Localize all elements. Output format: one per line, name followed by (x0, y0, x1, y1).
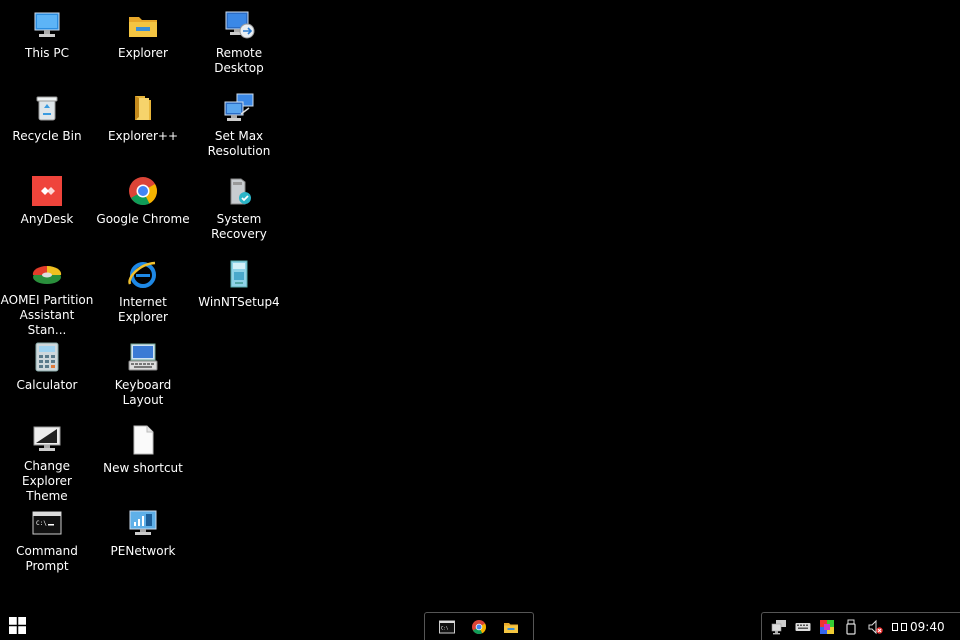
explorer-folder-icon (504, 622, 518, 633)
winntsetup-icon (222, 257, 256, 291)
color-display-icon[interactable] (818, 618, 836, 636)
desktop-icon-winntsetup4[interactable]: WinNTSetup4 (192, 253, 286, 333)
desktop-icon-label: Explorer++ (107, 129, 179, 143)
taskbar-explorer-button[interactable] (500, 616, 522, 638)
windows-start-icon (8, 616, 26, 634)
chrome-icon (126, 174, 160, 208)
start-button[interactable] (2, 612, 32, 638)
svg-text:C:\: C:\ (36, 520, 47, 527)
desktop-icon-label: WinNTSetup4 (198, 295, 280, 309)
desktop-icon-recycle-bin[interactable]: Recycle Bin (0, 87, 94, 167)
clock[interactable]: 09:40 (892, 620, 945, 634)
desktop-icon-google-chrome[interactable]: Google Chrome (96, 170, 190, 250)
remote-desktop-icon (222, 8, 256, 42)
desktop: This PC Recycle Bin AnyDesk AOMEI Partit… (0, 0, 960, 610)
desktop-icon-label: Command Prompt (16, 544, 78, 573)
taskbar-command-prompt-button[interactable]: C:\ (436, 616, 458, 638)
desktop-icon-label: Internet Explorer (118, 295, 168, 324)
network-icon[interactable] (770, 618, 788, 636)
volume-muted-icon[interactable] (866, 618, 884, 636)
desktop-icon-aomei[interactable]: AOMEI Partition Assistant Stan... (0, 253, 94, 337)
recycle-bin-icon (30, 91, 64, 125)
change-theme-icon (30, 423, 64, 455)
desktop-icon-label: AOMEI Partition Assistant Stan... (0, 293, 94, 337)
calculator-icon (30, 340, 64, 374)
command-prompt-icon: C:\ (30, 506, 64, 540)
desktop-icon-command-prompt[interactable]: C:\ Command Prompt (0, 502, 94, 582)
command-prompt-icon: C:\ (439, 620, 455, 633)
desktop-icon-label: This PC (25, 46, 69, 60)
svg-text:C:\: C:\ (441, 625, 449, 630)
desktop-icon-explorer-plus-plus[interactable]: Explorer++ (96, 87, 190, 167)
desktop-icon-label: Recycle Bin (12, 129, 82, 143)
desktop-icon-change-explorer-theme[interactable]: Change Explorer Theme (0, 419, 94, 503)
chrome-icon (472, 619, 486, 634)
system-recovery-icon (222, 174, 256, 208)
desktop-icon-label: Change Explorer Theme (22, 459, 72, 503)
taskbar: C:\ 09:40 (0, 610, 960, 640)
desktop-icon-set-max-resolution[interactable]: Set Max Resolution (192, 87, 286, 167)
anydesk-icon (30, 174, 64, 208)
desktop-icon-keyboard-layout[interactable]: Keyboard Layout (96, 336, 190, 416)
desktop-icon-penetwork[interactable]: PENetwork (96, 502, 190, 582)
taskbar-chrome-button[interactable] (468, 616, 490, 638)
aomei-partition-icon (30, 257, 64, 289)
desktop-icon-label: Explorer (118, 46, 168, 60)
new-shortcut-icon (126, 423, 160, 457)
internet-explorer-icon (126, 257, 160, 291)
desktop-icon-label: Set Max Resolution (207, 129, 271, 158)
desktop-icon-remote-desktop[interactable]: Remote Desktop (192, 4, 286, 84)
desktop-icon-anydesk[interactable]: AnyDesk (0, 170, 94, 250)
explorer-folder-icon (126, 8, 160, 42)
desktop-icon-label: Keyboard Layout (114, 378, 172, 407)
clock-glyph-icon (892, 622, 898, 631)
keyboard-icon[interactable] (794, 618, 812, 636)
desktop-icon-explorer[interactable]: Explorer (96, 4, 190, 84)
usb-drive-icon[interactable] (842, 618, 860, 636)
desktop-icon-label: PENetwork (110, 544, 176, 558)
desktop-icon-label: Remote Desktop (214, 46, 264, 75)
keyboard-layout-icon (126, 340, 160, 374)
desktop-icon-internet-explorer[interactable]: Internet Explorer (96, 253, 190, 333)
desktop-icon-label: New shortcut (103, 461, 183, 475)
taskbar-pinned-apps: C:\ (424, 612, 534, 640)
clock-glyph-icon (901, 622, 907, 631)
this-pc-icon (30, 8, 64, 42)
set-resolution-icon (222, 91, 256, 125)
clock-time: 09:40 (910, 619, 945, 634)
desktop-icon-label: System Recovery (211, 212, 267, 241)
system-tray: 09:40 (761, 612, 960, 640)
desktop-icon-this-pc[interactable]: This PC (0, 4, 94, 84)
explorer-plus-icon (126, 91, 160, 125)
desktop-icon-system-recovery[interactable]: System Recovery (192, 170, 286, 250)
desktop-icon-calculator[interactable]: Calculator (0, 336, 94, 416)
desktop-icon-label: Google Chrome (96, 212, 190, 226)
desktop-icon-new-shortcut[interactable]: New shortcut (96, 419, 190, 499)
desktop-icon-label: Calculator (16, 378, 78, 392)
desktop-icon-label: AnyDesk (20, 212, 74, 226)
penetwork-icon (126, 506, 160, 540)
